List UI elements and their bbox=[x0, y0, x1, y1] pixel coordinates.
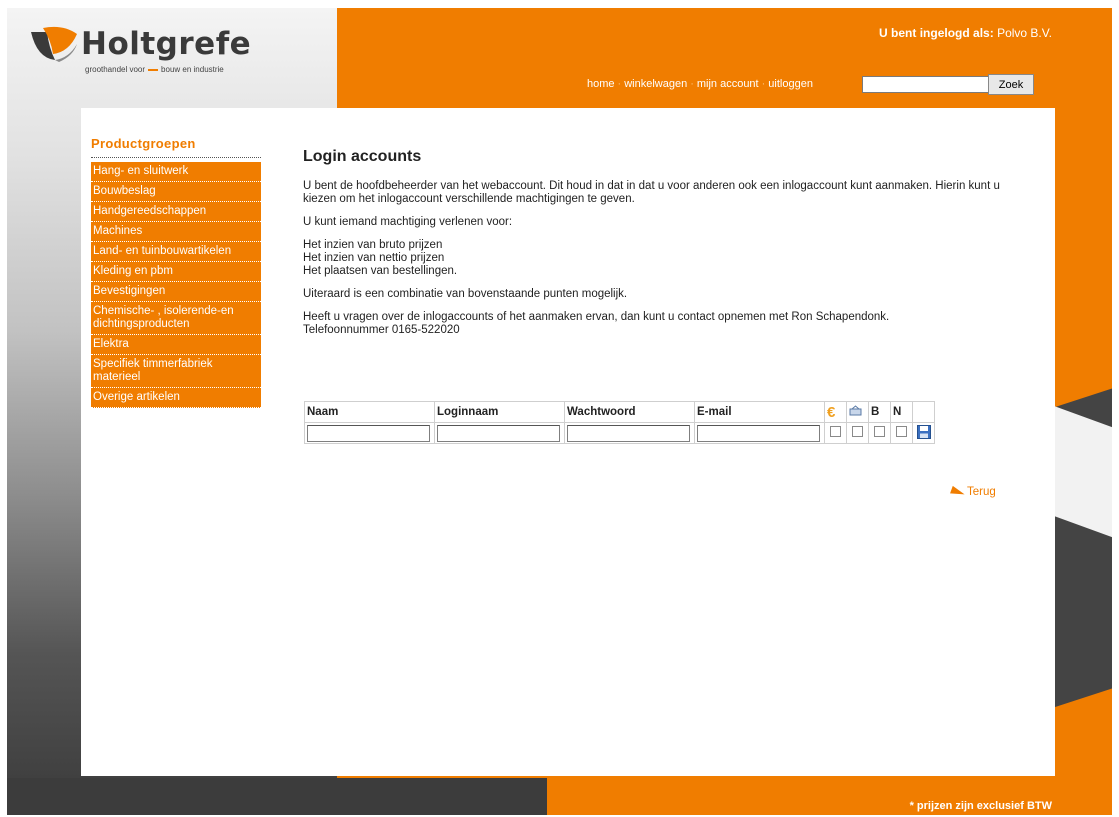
login-label: U bent ingelogd als: bbox=[879, 26, 994, 40]
column-header-email: E-mail bbox=[694, 401, 825, 423]
main-panel: Productgroepen Hang- en sluitwerk Bouwbe… bbox=[81, 108, 1055, 776]
sidebar-item-hang-en-sluitwerk[interactable]: Hang- en sluitwerk bbox=[91, 162, 261, 182]
sidebar: Productgroepen Hang- en sluitwerk Bouwbe… bbox=[91, 136, 261, 408]
contact-paragraph: Heeft u vragen over de inlogaccounts of … bbox=[303, 311, 890, 336]
sidebar-item-chemische[interactable]: Chemische- , isolerende-en dichtingsprod… bbox=[91, 302, 261, 335]
wachtwoord-cell bbox=[564, 422, 695, 444]
logo-tagline: groothandel voor bouw en industrie bbox=[85, 65, 224, 74]
column-header-euro: € bbox=[824, 401, 847, 423]
sidebar-item-kleding-en-pbm[interactable]: Kleding en pbm bbox=[91, 262, 261, 282]
accounts-table: Naam Loginnaam Wachtwoord E-mail € B N bbox=[304, 401, 935, 444]
background-bottom-band bbox=[7, 778, 547, 815]
nav-winkelwagen[interactable]: winkelwagen bbox=[624, 78, 687, 90]
n-checkbox[interactable] bbox=[896, 426, 907, 437]
naam-field[interactable] bbox=[307, 424, 430, 442]
combination-note: Uiteraard is een combinatie van bovensta… bbox=[303, 288, 628, 300]
tagline-divider bbox=[148, 68, 159, 71]
column-header-n: N bbox=[890, 401, 913, 423]
column-header-save bbox=[912, 401, 935, 423]
back-link[interactable]: Terug bbox=[950, 485, 996, 499]
nav-separator: · bbox=[617, 78, 622, 90]
n-cell bbox=[890, 422, 913, 444]
sidebar-item-land-en-tuinbouw[interactable]: Land- en tuinbouwartikelen bbox=[91, 242, 261, 262]
search-input[interactable] bbox=[862, 76, 990, 93]
sidebar-item-machines[interactable]: Machines bbox=[91, 222, 261, 242]
basket-cell bbox=[846, 422, 869, 444]
permission-list: Het inzien van bruto prijzen Het inzien … bbox=[303, 239, 458, 277]
save-cell bbox=[912, 422, 935, 444]
table-header-row: Naam Loginnaam Wachtwoord E-mail € B N bbox=[304, 401, 935, 423]
basket-checkbox[interactable] bbox=[852, 426, 863, 437]
logo-tagline-right: bouw en industrie bbox=[161, 65, 224, 74]
logo-tagline-left: groothandel voor bbox=[85, 65, 146, 74]
nav-separator: · bbox=[761, 78, 766, 90]
back-arrow-icon bbox=[950, 485, 966, 499]
sidebar-item-bevestigingen[interactable]: Bevestigingen bbox=[91, 282, 261, 302]
nav-separator: · bbox=[690, 78, 694, 90]
price-footnote: * prijzen zijn exclusief BTW bbox=[909, 800, 1052, 812]
sidebar-title: Productgroepen bbox=[91, 136, 261, 158]
save-icon[interactable] bbox=[916, 424, 931, 439]
page-frame: Holtgrefe groothandel voor bouw en indust… bbox=[7, 8, 1112, 815]
wachtwoord-field[interactable] bbox=[567, 424, 690, 442]
email-cell bbox=[694, 422, 825, 444]
column-header-basket bbox=[846, 401, 869, 423]
sidebar-item-elektra[interactable]: Elektra bbox=[91, 335, 261, 355]
nav-uitloggen[interactable]: uitloggen bbox=[768, 78, 813, 90]
logo-wordmark: Holtgrefe bbox=[81, 26, 252, 62]
back-link-label: Terug bbox=[967, 486, 996, 498]
sidebar-item-handgereedschappen[interactable]: Handgereedschappen bbox=[91, 202, 261, 222]
euro-cell bbox=[824, 422, 847, 444]
column-header-wachtwoord: Wachtwoord bbox=[564, 401, 695, 423]
top-navigation: home · winkelwagen · mijn account · uitloggen bbox=[587, 78, 813, 90]
euro-icon: € bbox=[827, 403, 836, 421]
login-status: U bent ingelogd als: Polvo B.V. bbox=[879, 26, 1052, 40]
column-header-naam: Naam bbox=[304, 401, 435, 423]
table-row bbox=[304, 422, 935, 444]
loginnaam-cell bbox=[434, 422, 565, 444]
sidebar-item-overige[interactable]: Overige artikelen bbox=[91, 388, 261, 408]
loginnaam-field[interactable] bbox=[437, 424, 560, 442]
sidebar-item-bouwbeslag[interactable]: Bouwbeslag bbox=[91, 182, 261, 202]
column-header-loginnaam: Loginnaam bbox=[434, 401, 565, 423]
column-header-b: B bbox=[868, 401, 891, 423]
search-button[interactable]: Zoek bbox=[988, 74, 1034, 95]
nav-home[interactable]: home bbox=[587, 78, 615, 90]
euro-checkbox[interactable] bbox=[830, 426, 841, 437]
b-checkbox[interactable] bbox=[874, 426, 885, 437]
main-content: Login accounts U bent de hoofdbeheerder … bbox=[303, 148, 1023, 347]
intro-paragraph: U bent de hoofdbeheerder van het webacco… bbox=[303, 180, 1000, 205]
naam-cell bbox=[304, 422, 435, 444]
basket-icon bbox=[849, 405, 862, 416]
logo-mark-icon bbox=[31, 26, 77, 62]
page-title: Login accounts bbox=[303, 148, 422, 165]
sidebar-item-timmerfabriek[interactable]: Specifiek timmerfabriek materieel bbox=[91, 355, 261, 388]
email-field[interactable] bbox=[697, 424, 820, 442]
b-cell bbox=[868, 422, 891, 444]
login-user: Polvo B.V. bbox=[997, 26, 1052, 40]
nav-mijn-account[interactable]: mijn account bbox=[697, 78, 759, 90]
permission-intro: U kunt iemand machtiging verlenen voor: bbox=[303, 216, 513, 228]
brand-logo[interactable]: Holtgrefe groothandel voor bouw en indust… bbox=[29, 20, 251, 80]
